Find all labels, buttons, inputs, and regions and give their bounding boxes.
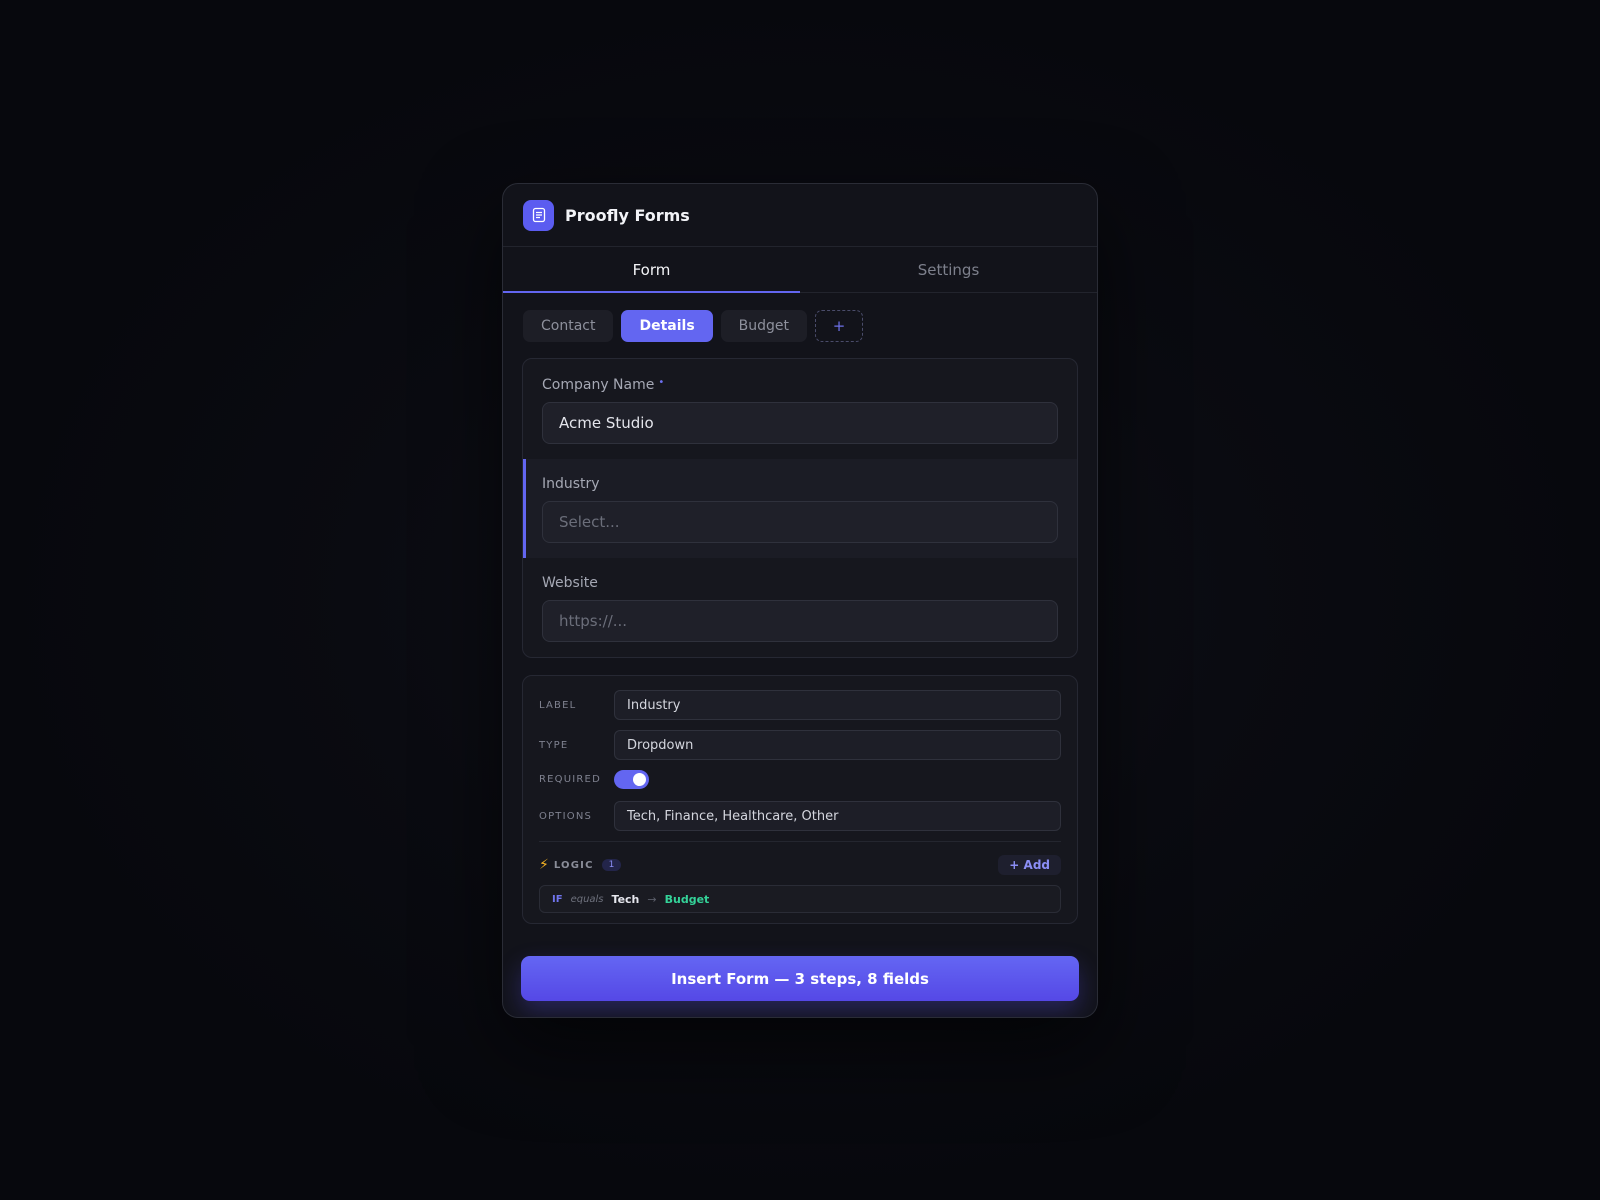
field-label: Company Name • [542, 377, 1058, 393]
field-properties-card: LABEL Industry TYPE Dropdown REQUIRED OP… [522, 675, 1078, 924]
tab-form[interactable]: Form [503, 247, 800, 293]
website-input[interactable]: https://... [542, 600, 1058, 642]
website-label: Website [542, 575, 598, 591]
step-tabs: Contact Details Budget + [503, 293, 1097, 358]
divider [539, 841, 1061, 842]
field-company-name[interactable]: Company Name • Acme Studio [523, 359, 1077, 459]
rule-if-keyword: IF [552, 893, 563, 905]
prop-required-key: REQUIRED [539, 774, 601, 785]
lightning-icon: ⚡ [539, 857, 549, 873]
logic-rule[interactable]: IF equals Tech → Budget [539, 885, 1061, 913]
prop-options-key: OPTIONS [539, 810, 593, 822]
field-industry[interactable]: Industry Select... [523, 459, 1077, 558]
industry-select[interactable]: Select... [542, 501, 1058, 543]
add-logic-button[interactable]: + Add [998, 855, 1061, 875]
prop-type-select[interactable]: Dropdown [614, 730, 1061, 760]
company-name-input[interactable]: Acme Studio [542, 402, 1058, 444]
logic-count-badge: 1 [601, 859, 622, 871]
industry-label: Industry [542, 476, 600, 492]
prop-type-row: TYPE Dropdown [539, 730, 1061, 760]
arrow-right-icon: → [647, 892, 657, 906]
prop-label-row: LABEL Industry [539, 690, 1061, 720]
prop-options-row: OPTIONS Tech, Finance, Healthcare, Other [539, 801, 1061, 831]
required-indicator: • [658, 377, 665, 388]
prop-options-input[interactable]: Tech, Finance, Healthcare, Other [614, 801, 1061, 831]
insert-form-button[interactable]: Insert Form — 3 steps, 8 fields [521, 956, 1079, 1001]
prop-type-key: TYPE [539, 739, 569, 751]
form-fields-card: Company Name • Acme Studio Industry Selec… [522, 358, 1078, 658]
app-title: Proofly Forms [565, 205, 690, 225]
form-document-icon [523, 199, 554, 231]
rule-target: Budget [664, 892, 710, 906]
field-website[interactable]: Website https://... [523, 558, 1077, 657]
prop-required-row: REQUIRED [539, 770, 1061, 789]
panel-header: Proofly Forms [503, 184, 1097, 247]
logic-title: LOGIC [553, 859, 594, 871]
step-details[interactable]: Details [621, 310, 713, 342]
add-step-button[interactable]: + [815, 310, 864, 342]
main-tabs: Form Settings [503, 247, 1097, 293]
form-builder-panel: Proofly Forms Form Settings Contact Deta… [502, 183, 1098, 1018]
required-toggle[interactable] [614, 770, 649, 789]
rule-value: Tech [611, 892, 640, 906]
logic-header: ⚡ LOGIC 1 + Add [539, 854, 1061, 876]
step-budget[interactable]: Budget [720, 310, 808, 342]
step-contact[interactable]: Contact [523, 310, 614, 342]
rule-operator: equals [570, 893, 604, 905]
company-name-label: Company Name [542, 377, 655, 393]
tab-settings[interactable]: Settings [800, 247, 1097, 292]
prop-label-key: LABEL [539, 699, 577, 711]
prop-label-input[interactable]: Industry [614, 690, 1061, 720]
